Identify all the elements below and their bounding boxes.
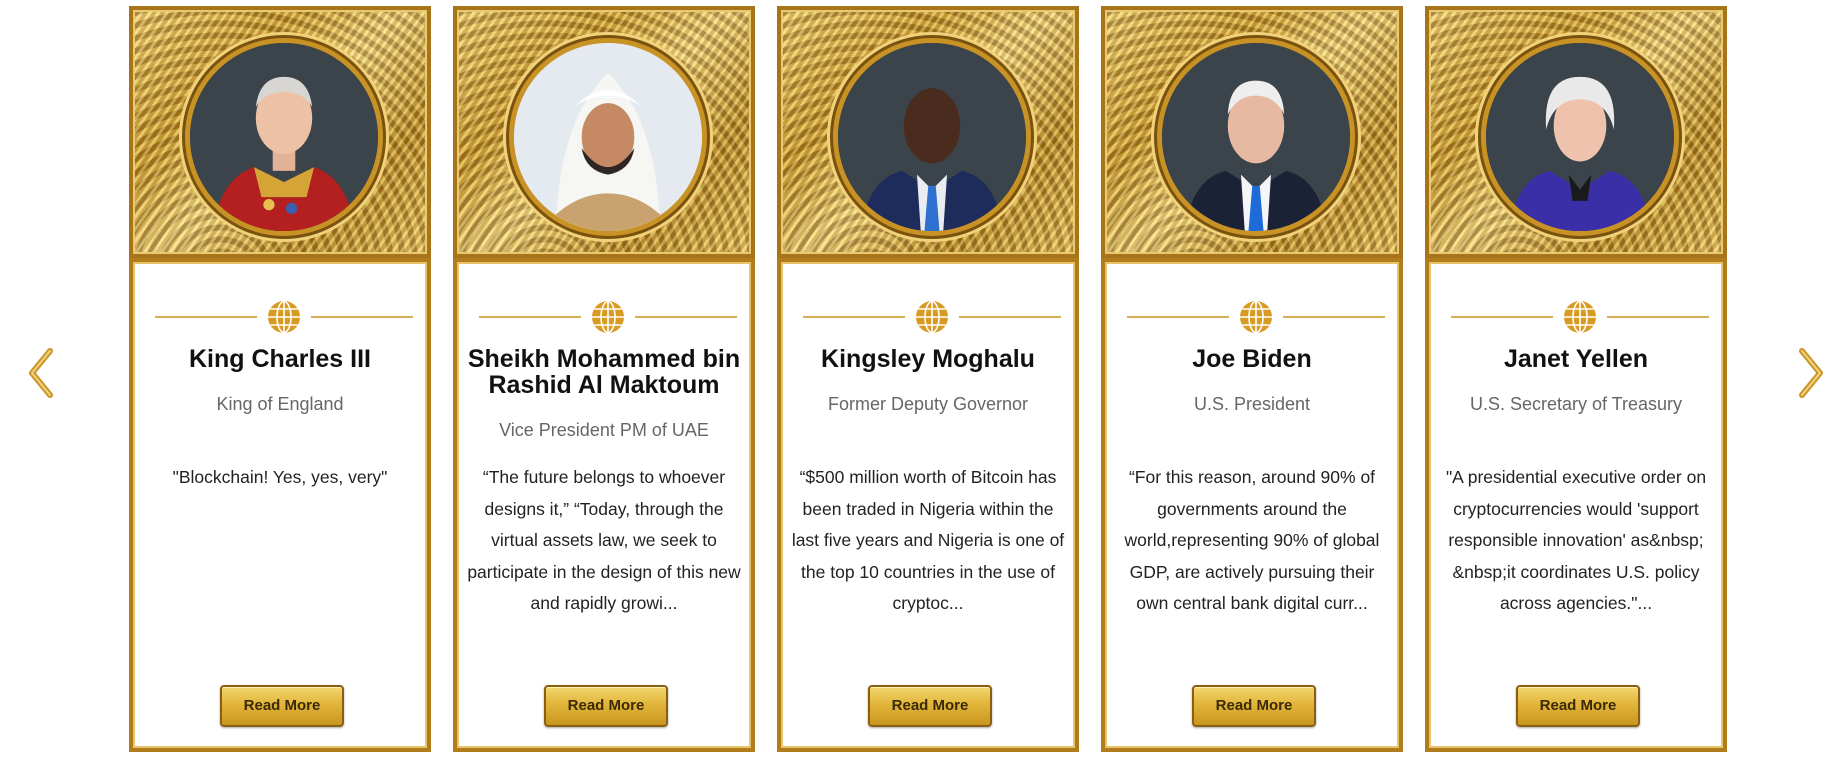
person-quote: “The future belongs to whoever designs i…	[467, 467, 741, 613]
person-quote: “$500 million worth of Bitcoin has been …	[791, 467, 1065, 613]
person-quote: "A presidential executive order on crypt…	[1445, 467, 1707, 613]
globe-divider	[1127, 297, 1385, 337]
card-body: Janet Yellen U.S. Secretary of Treasury …	[1425, 258, 1727, 752]
read-more-button[interactable]: Read More	[220, 685, 344, 727]
person-name: Joe Biden	[1192, 345, 1312, 373]
portrait-joe-biden	[1157, 38, 1355, 236]
globe-icon	[1240, 300, 1272, 334]
carousel-prev-button[interactable]	[24, 345, 64, 401]
chevron-right-icon	[1799, 348, 1823, 398]
card-gold-header	[453, 6, 755, 258]
card-body: Kingsley Moghalu Former Deputy Governor …	[777, 258, 1079, 752]
testimonial-card: Janet Yellen U.S. Secretary of Treasury …	[1425, 6, 1727, 752]
person-quote: “For this reason, around 90% of governme…	[1124, 467, 1380, 613]
globe-divider	[155, 297, 413, 337]
portrait-king-charles	[185, 38, 383, 236]
person-role: U.S. President	[1193, 394, 1311, 414]
testimonial-card: Kingsley Moghalu Former Deputy Governor …	[777, 6, 1079, 752]
card-gold-header	[777, 6, 1079, 258]
testimonial-card: Sheikh Mohammed bin Rashid Al Maktoum Vi…	[453, 6, 755, 752]
globe-icon	[1564, 300, 1596, 334]
person-role: Former Deputy Governor	[827, 394, 1029, 414]
read-more-button[interactable]: Read More	[868, 685, 992, 727]
person-role: Vice President PM of UAE	[499, 420, 709, 440]
testimonial-card: King Charles III King of England "Blockc…	[129, 6, 431, 752]
globe-divider	[479, 297, 737, 337]
person-role: King of England	[216, 394, 344, 414]
globe-divider	[803, 297, 1061, 337]
portrait-janet-yellen	[1481, 38, 1679, 236]
card-body: King Charles III King of England "Blockc…	[129, 258, 431, 752]
chevron-left-icon	[29, 348, 53, 398]
read-more-button[interactable]: Read More	[1192, 685, 1316, 727]
person-name: Janet Yellen	[1503, 345, 1649, 373]
portrait-kingsley-moghalu	[833, 38, 1031, 236]
carousel-next-button[interactable]	[1788, 345, 1828, 401]
card-gold-header	[1425, 6, 1727, 258]
card-gold-header	[1101, 6, 1403, 258]
person-quote: "Blockchain! Yes, yes, very"	[172, 467, 388, 487]
read-more-button[interactable]: Read More	[1516, 685, 1640, 727]
person-name: King Charles III	[189, 345, 371, 373]
card-body: Joe Biden U.S. President “For this reaso…	[1101, 258, 1403, 752]
person-name: Sheikh Mohammed bin Rashid Al Maktoum	[467, 345, 741, 399]
read-more-button[interactable]: Read More	[544, 685, 668, 727]
globe-icon	[268, 300, 300, 334]
globe-icon	[592, 300, 624, 334]
globe-icon	[916, 300, 948, 334]
globe-divider	[1451, 297, 1709, 337]
card-gold-header	[129, 6, 431, 258]
person-name: Kingsley Moghalu	[821, 345, 1035, 373]
card-body: Sheikh Mohammed bin Rashid Al Maktoum Vi…	[453, 258, 755, 752]
portrait-sheikh-mohammed	[509, 38, 707, 236]
person-role: U.S. Secretary of Treasury	[1469, 394, 1683, 414]
testimonial-card: Joe Biden U.S. President “For this reaso…	[1101, 6, 1403, 752]
